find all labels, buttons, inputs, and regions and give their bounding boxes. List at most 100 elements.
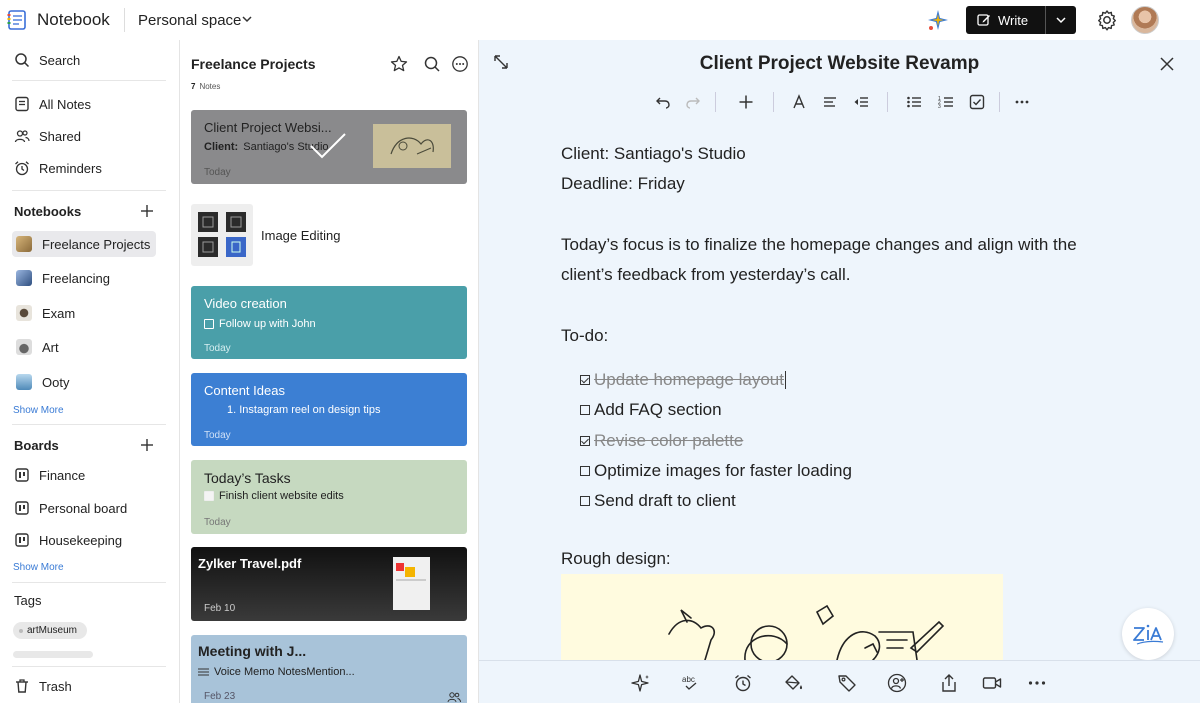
add-collaborator-icon[interactable] (887, 673, 907, 693)
sidebar-item-label: All Notes (39, 96, 92, 112)
numbered-list-icon[interactable]: 123 (938, 94, 954, 110)
video-icon[interactable] (982, 673, 1002, 693)
paint-bucket-icon[interactable] (784, 673, 804, 693)
ai-sparkle-icon[interactable] (926, 8, 950, 32)
note-card-date: Feb 10 (204, 603, 236, 614)
note-title[interactable]: Client Project Website Revamp (479, 53, 1200, 75)
checkbox-icon[interactable] (580, 496, 590, 506)
notebooks-show-more-link[interactable]: Show More (13, 405, 64, 416)
note-card-title: Meeting with J... (198, 643, 307, 659)
close-icon[interactable] (1159, 56, 1175, 72)
notebook-cover-icon (16, 236, 32, 252)
notebook-logo-icon[interactable] (6, 9, 28, 31)
more-horizontal-icon[interactable] (1027, 673, 1047, 693)
search-icon[interactable] (423, 55, 441, 73)
alarm-icon[interactable] (733, 673, 753, 693)
checked-checkbox-icon[interactable] (580, 436, 590, 446)
add-board-icon[interactable] (139, 437, 155, 453)
note-card-content-ideas[interactable]: Content Ideas 1. Instagram reel on desig… (191, 373, 467, 446)
share-icon[interactable] (939, 673, 959, 693)
checkbox-icon[interactable] (580, 466, 590, 476)
text-lines-icon (198, 668, 209, 676)
bullet-list-icon[interactable] (906, 94, 922, 110)
gear-icon[interactable] (1096, 9, 1118, 31)
sidebar-item-shared[interactable]: Shared (14, 128, 81, 144)
sidebar-item-trash[interactable]: Trash (14, 678, 72, 694)
rough-design-image[interactable] (561, 574, 1003, 660)
notebook-item-exam[interactable]: Exam (12, 300, 156, 326)
user-avatar[interactable] (1131, 6, 1159, 34)
board-label: Housekeeping (39, 532, 123, 548)
notes-count: 7 Notes (191, 82, 220, 91)
write-button[interactable]: Write (966, 6, 1045, 34)
sidebar-item-all-notes[interactable]: All Notes (14, 96, 91, 112)
spellcheck-icon[interactable]: abc (681, 673, 701, 693)
note-card-snippet-text: Voice Memo NotesMention... (214, 666, 355, 678)
redo-icon[interactable] (685, 94, 701, 110)
boards-show-more-link[interactable]: Show More (13, 562, 64, 573)
notebook-item-freelancing[interactable]: Freelancing (12, 265, 156, 291)
zia-assistant-button[interactable] (1122, 608, 1174, 660)
notebook-item-ooty[interactable]: Ooty (12, 369, 156, 395)
tag-chip-artmuseum[interactable]: artMuseum (13, 622, 88, 639)
sidebar-item-reminders[interactable]: Reminders (14, 160, 102, 176)
todo-item[interactable]: Add FAQ section (580, 400, 722, 420)
notebook-label: Exam (42, 305, 76, 321)
chevron-down-icon[interactable] (241, 13, 253, 25)
note-card-todays-tasks[interactable]: Today’s Tasks Finish client website edit… (191, 460, 467, 534)
notebook-cover-icon (16, 305, 32, 321)
note-card-image-editing[interactable]: Image Editing (191, 202, 467, 268)
outdent-icon[interactable] (853, 94, 869, 110)
board-item-finance[interactable]: Finance (14, 467, 85, 483)
board-item-personal-board[interactable]: Personal board (14, 500, 127, 516)
note-card-date: Today (204, 343, 231, 354)
note-card-client-project[interactable]: Client Project Websi... Client: Santiago… (191, 110, 467, 184)
write-dropdown-button[interactable] (1046, 6, 1076, 34)
tag-icon[interactable] (837, 673, 857, 693)
note-card-video-creation[interactable]: Video creation Follow up with John Today (191, 286, 467, 359)
text-format-icon[interactable] (791, 94, 807, 110)
boards-heading: Boards (14, 438, 59, 453)
rough-design-heading: Rough design: (561, 549, 671, 568)
checkbox-icon (204, 319, 214, 329)
todo-heading: To-do: (561, 326, 609, 345)
toolbar-separator (999, 92, 1000, 112)
star-icon[interactable] (390, 55, 408, 73)
todo-item[interactable]: Send draft to client (580, 491, 736, 511)
checked-checkbox-icon[interactable] (580, 375, 590, 385)
notebook-label: Freelance Projects (42, 236, 151, 252)
checklist-icon[interactable] (969, 94, 985, 110)
undo-icon[interactable] (655, 94, 671, 110)
shared-users-icon (447, 692, 461, 703)
pdf-thumbnail (393, 557, 430, 610)
notebook-item-art[interactable]: Art (12, 334, 156, 360)
more-horizontal-icon[interactable] (1014, 94, 1030, 110)
alarm-icon (15, 161, 29, 176)
todo-item[interactable]: Optimize images for faster loading (580, 461, 852, 481)
note-card-date: Today (204, 430, 231, 441)
write-label: Write (998, 12, 1029, 28)
more-options-icon[interactable] (451, 55, 469, 73)
notebook-item-freelance-projects[interactable]: Freelance Projects (12, 231, 156, 257)
add-notebook-icon[interactable] (139, 203, 155, 219)
checkbox-icon[interactable] (580, 405, 590, 415)
sidebar-search[interactable]: Search (14, 52, 80, 68)
top-bar: Notebook Personal space Write (0, 0, 1200, 40)
note-card-meeting[interactable]: Meeting with J... Voice Memo NotesMentio… (191, 635, 467, 703)
align-left-icon[interactable] (822, 94, 838, 110)
top-divider (124, 8, 125, 32)
toolbar-separator (773, 92, 774, 112)
note-card-snippet: 1. Instagram reel on design tips (227, 404, 380, 416)
note-card-date: Today (204, 517, 231, 528)
plus-icon[interactable] (738, 94, 754, 110)
ai-sparkle-icon[interactable] (631, 673, 651, 693)
todo-item[interactable]: Update homepage layout (580, 370, 786, 390)
sidebar-divider (12, 190, 166, 191)
notebook-cover-icon (16, 374, 32, 390)
todo-item[interactable]: Revise color palette (580, 431, 743, 451)
tag-chip-partial[interactable] (13, 651, 93, 658)
note-card-thumbnail (191, 204, 253, 266)
board-item-housekeeping[interactable]: Housekeeping (14, 532, 122, 548)
note-card-zylker-travel-pdf[interactable]: Zylker Travel.pdf Feb 10 (191, 547, 467, 621)
space-selector[interactable]: Personal space (138, 12, 241, 29)
